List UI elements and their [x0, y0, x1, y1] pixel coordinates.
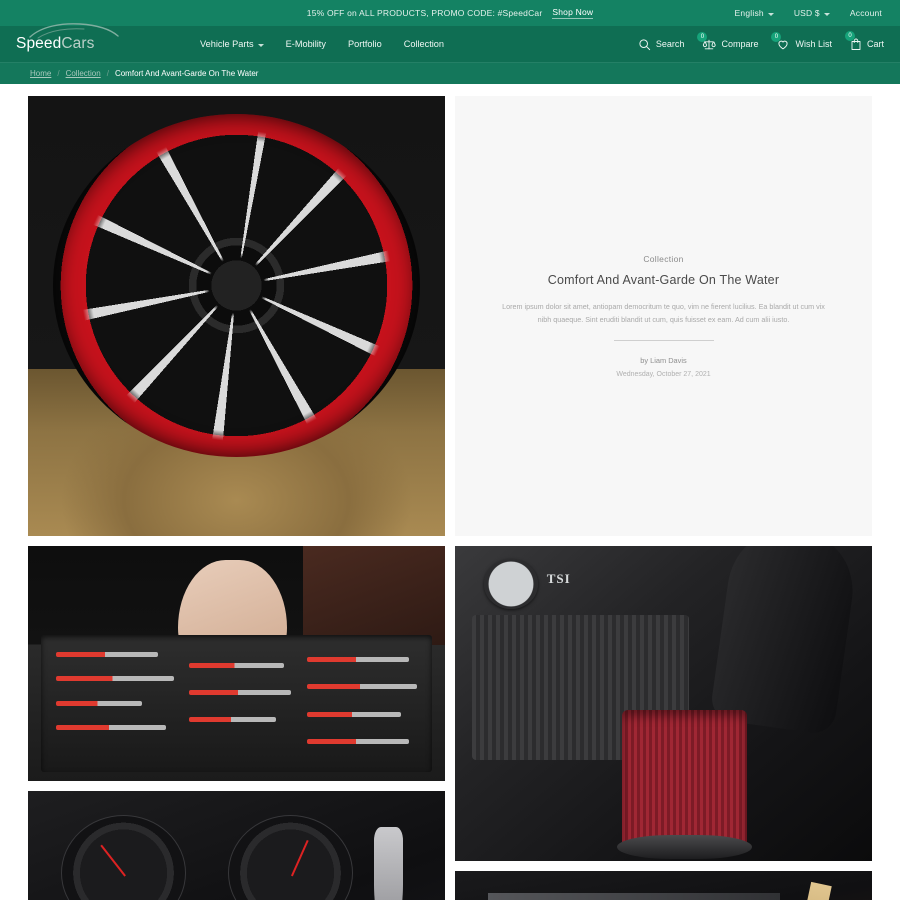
main-header: SpeedCars Vehicle Parts E-Mobility Portf… — [0, 23, 900, 62]
account-label: Account — [849, 8, 882, 18]
article-excerpt: Lorem ipsum dolor sit amet, antiopam dem… — [502, 301, 825, 324]
top-promo-bar: 15% OFF on ALL PRODUCTS, PROMO CODE: #Sp… — [0, 0, 900, 26]
language-label: English — [734, 8, 764, 18]
header-utilities: Search 0 Compare 0 Wish List 0 Cart — [638, 31, 884, 51]
breadcrumb: Home / Collection / Comfort And Avant-Ga… — [0, 62, 900, 84]
tsi-badge-text: TSI — [546, 571, 571, 587]
tool-item — [189, 717, 276, 723]
compare-label: Compare — [721, 39, 759, 49]
wishlist-badge: 0 — [771, 31, 782, 42]
tool-item — [189, 689, 292, 695]
article-category: Collection — [643, 253, 684, 264]
article-author: by Liam Davis — [640, 356, 687, 366]
breadcrumb-separator: / — [106, 69, 109, 78]
breadcrumb-separator: / — [57, 69, 60, 78]
compare-badge: 0 — [697, 31, 708, 42]
car-silhouette-icon — [29, 23, 119, 39]
masonry-grid: Collection Comfort And Avant-Garde On Th… — [28, 96, 872, 900]
dashboard-image — [28, 791, 445, 900]
trunk-storage-photo[interactable] — [455, 871, 872, 900]
dashboard-photo[interactable] — [28, 791, 445, 900]
nav-label: Portfolio — [347, 39, 382, 49]
nav-label: E-Mobility — [285, 39, 326, 49]
tool-kit-image — [28, 546, 445, 781]
cart-badge: 0 — [844, 31, 855, 41]
compare-icon: 0 — [697, 31, 717, 51]
trunk-rod — [791, 881, 832, 900]
nav-item-portfolio[interactable]: Portfolio — [348, 39, 382, 49]
wishlist-button[interactable]: 0 Wish List — [771, 31, 832, 51]
wishlist-label: Wish List — [795, 39, 832, 49]
tachometer-gauge — [61, 815, 187, 900]
intake-pipe — [708, 546, 860, 737]
breadcrumb-home[interactable]: Home — [30, 69, 51, 78]
cart-button[interactable]: 0 Cart — [844, 31, 884, 51]
tool-item — [307, 657, 409, 663]
chevron-down-icon — [823, 12, 830, 16]
bag-icon: 0 — [844, 31, 862, 51]
article-text-panel: Collection Comfort And Avant-Garde On Th… — [455, 96, 872, 536]
currency-label: USD $ — [793, 8, 820, 18]
cone-air-filter — [616, 709, 752, 860]
primary-navigation: Vehicle Parts E-Mobility Portfolio Colle… — [200, 39, 444, 49]
page-title: Comfort And Avant-Garde On The Water — [547, 272, 780, 287]
tool-item — [56, 651, 159, 657]
currency-selector[interactable]: USD $ — [794, 8, 830, 18]
search-label: Search — [655, 39, 685, 49]
nav-label: Vehicle Parts — [200, 39, 254, 49]
trunk-rail — [488, 892, 781, 900]
page-content: Collection Comfort And Avant-Garde On Th… — [0, 84, 900, 900]
engine-intake-photo[interactable]: TSI — [455, 546, 872, 861]
account-link[interactable]: Account — [850, 8, 882, 18]
tool-item — [56, 676, 174, 682]
paddle-shifter — [374, 827, 404, 900]
tool-item — [307, 684, 417, 690]
tool-kit-backdrop — [303, 546, 445, 645]
speedometer-gauge — [228, 815, 354, 900]
breadcrumb-collection[interactable]: Collection — [66, 69, 101, 78]
compare-button[interactable]: 0 Compare — [697, 31, 759, 51]
shop-now-link[interactable]: Shop Now — [552, 7, 594, 19]
topbar-utilities: English USD $ Account — [735, 8, 900, 18]
cart-label: Cart — [866, 39, 884, 49]
tool-item — [307, 711, 402, 717]
vw-logo-badge — [484, 558, 539, 609]
divider — [613, 340, 714, 342]
grid-column-left — [28, 96, 445, 900]
alloy-wheel-image — [28, 96, 445, 536]
site-logo[interactable]: SpeedCars — [16, 23, 134, 52]
tool-item — [56, 700, 143, 706]
tool-kit-photo[interactable] — [28, 546, 445, 781]
breadcrumb-current: Comfort And Avant-Garde On The Water — [114, 69, 259, 78]
chevron-down-icon — [767, 12, 774, 16]
gauge-needle — [100, 844, 126, 876]
nav-item-collection[interactable]: Collection — [404, 39, 444, 49]
chevron-down-icon — [257, 43, 264, 47]
tool-item — [189, 662, 284, 668]
article-date: Wednesday, October 27, 2021 — [616, 371, 711, 379]
nav-item-vehicle-parts[interactable]: Vehicle Parts — [200, 39, 264, 49]
search-icon — [638, 38, 651, 51]
tool-kit-case — [40, 635, 433, 772]
tool-item — [307, 738, 409, 744]
search-button[interactable]: Search — [638, 38, 685, 51]
gauge-needle — [290, 839, 309, 876]
heart-icon: 0 — [771, 31, 790, 51]
grid-column-right: Collection Comfort And Avant-Garde On Th… — [455, 96, 872, 900]
language-selector[interactable]: English — [735, 8, 774, 18]
trunk-storage-image — [455, 871, 872, 900]
nav-label: Collection — [403, 39, 445, 49]
engine-intake-image: TSI — [455, 546, 872, 861]
alloy-wheel-photo[interactable] — [28, 96, 445, 536]
tool-item — [56, 725, 166, 731]
nav-item-e-mobility[interactable]: E-Mobility — [286, 39, 326, 49]
promo-text: 15% OFF on ALL PRODUCTS, PROMO CODE: #Sp… — [306, 8, 543, 18]
